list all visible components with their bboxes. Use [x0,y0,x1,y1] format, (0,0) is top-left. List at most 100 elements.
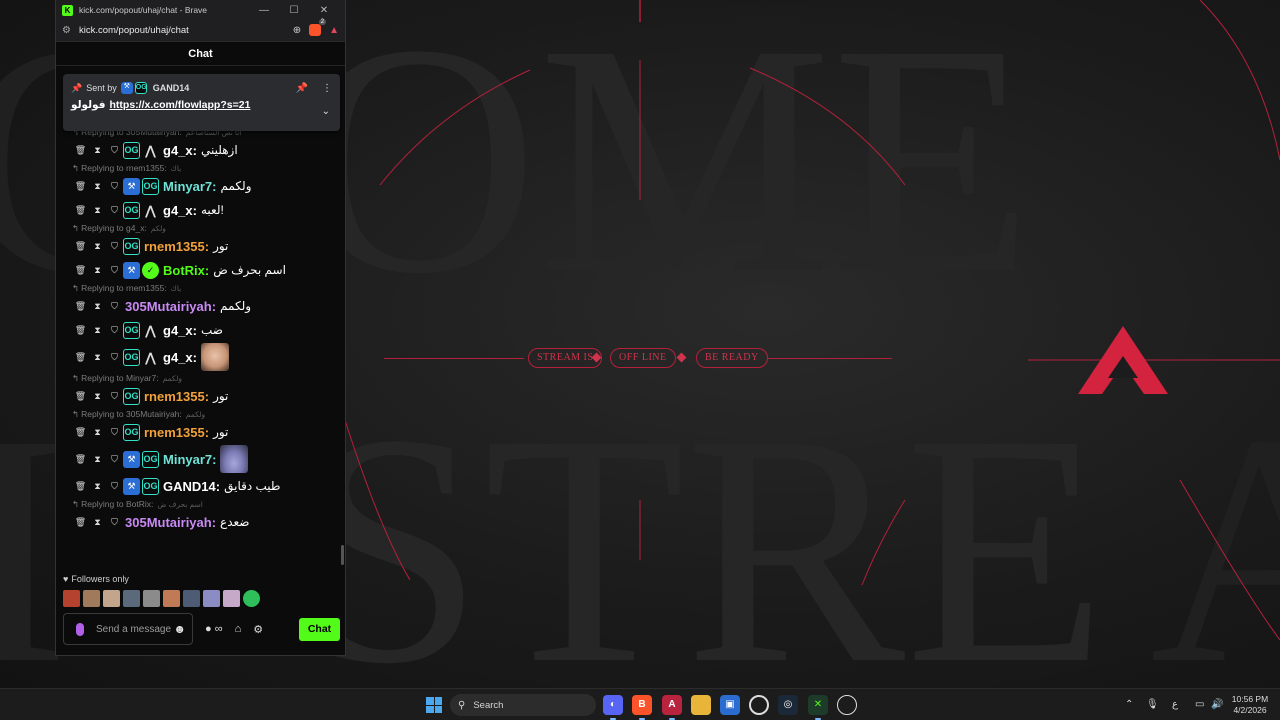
emoji-picker-icon[interactable]: ☻ [173,622,186,636]
chat-message[interactable]: ↰ Replying to 305Mutairiyah: اتا نص الستاص… [56,126,345,162]
ban-icon[interactable]: ⛉ [106,352,123,363]
timeout-icon[interactable]: ⧗ [89,391,106,402]
scrollbar[interactable] [341,545,344,565]
timeout-icon[interactable]: ⧗ [89,481,106,492]
chat-username[interactable]: g4_x [163,203,193,218]
chat-message[interactable]: 🗑 ⧗ ⛉ OG ⋀ g4_x: [56,342,345,372]
gear-icon[interactable]: ⚙ [253,623,263,636]
monitor-icon[interactable]: ▭ [1195,689,1204,720]
delete-icon[interactable]: 🗑 [72,352,89,363]
chat-message[interactable]: 🗑 ⧗ ⛉ ⚒ ✓ BotRix: اسم بحرف ض [56,258,345,282]
delete-icon[interactable]: 🗑 [72,325,89,336]
chat-username[interactable]: g4_x [163,143,193,158]
chat-message[interactable]: ↰ Replying to BotRix: اسم بحرف ض 🗑 ⧗ ⛉ 305Muta… [56,498,345,534]
message-input[interactable]: Send a message ☻ [63,613,193,645]
ban-icon[interactable]: ⛉ [106,265,123,276]
delete-icon[interactable]: 🗑 [72,181,89,192]
points-button[interactable]: ● ∞ [205,623,223,635]
reply-context[interactable]: ↰ Replying to rnem1355: باك [72,162,345,174]
quick-emote[interactable] [163,590,180,607]
timeout-icon[interactable]: ⧗ [89,301,106,312]
delete-icon[interactable]: 🗑 [72,265,89,276]
ban-icon[interactable]: ⛉ [106,241,123,252]
microphone-tray-icon[interactable]: 🎙 [1146,689,1159,720]
timeout-icon[interactable]: ⧗ [89,352,106,363]
quick-emote[interactable] [203,590,220,607]
chevron-up-icon[interactable]: ⌃ [1125,689,1133,720]
chat-username[interactable]: rnem1355 [144,389,205,404]
delete-icon[interactable]: 🗑 [72,145,89,156]
steam-icon[interactable]: ◎ [778,695,798,715]
reply-context[interactable]: ↰ Replying to rnem1355: باك [72,282,345,294]
quick-emote[interactable] [243,590,260,607]
store-icon[interactable]: ⌂ [235,623,242,635]
quick-emote[interactable] [183,590,200,607]
ban-icon[interactable]: ⛉ [106,181,123,192]
obs-icon[interactable] [749,695,769,715]
chat-message[interactable]: 🗑 ⧗ ⛉ ⚒ OG Minyar7: [56,444,345,474]
chat-username[interactable]: rnem1355 [144,425,205,440]
unpin-icon[interactable]: 📌 [296,83,308,94]
timeout-icon[interactable]: ⧗ [89,454,106,465]
zoom-icon[interactable]: ⊕ [293,25,301,36]
taskbar-search[interactable]: ⚲ Search [450,694,596,716]
ban-icon[interactable]: ⛉ [106,454,123,465]
chat-username[interactable]: 305Mutairiyah [125,299,212,314]
delete-icon[interactable]: 🗑 [72,454,89,465]
quick-emote[interactable] [143,590,160,607]
ban-icon[interactable]: ⛉ [106,301,123,312]
quick-emote[interactable] [63,590,80,607]
ban-icon[interactable]: ⛉ [106,481,123,492]
microphone-icon[interactable] [76,622,84,636]
chat-message[interactable]: 🗑 ⧗ ⛉ OG ⋀ g4_x: لعبه! [56,198,345,222]
chat-username[interactable]: Minyar7 [163,179,212,194]
chat-username[interactable]: GAND14 [163,479,216,494]
ban-icon[interactable]: ⛉ [106,205,123,216]
file-explorer-icon[interactable] [691,695,711,715]
timeout-icon[interactable]: ⧗ [89,325,106,336]
volume-icon[interactable]: 🔊 [1211,689,1223,720]
chat-username[interactable]: BotRix [163,263,205,278]
timeout-icon[interactable]: ⧗ [89,205,106,216]
maximize-button[interactable]: ☐ [279,5,309,16]
chatgpt-icon[interactable] [837,695,857,715]
pinned-message[interactable]: 📌 Sent by ⚒ OG GAND14 📌 ⋮ فولولو https:/… [63,74,340,131]
chat-username[interactable]: 305Mutairiyah [125,515,212,530]
discord-icon[interactable]: ◐ [603,695,623,720]
reply-context[interactable]: ↰ Replying to g4_x: ولكم [72,222,345,234]
terminal-icon[interactable]: ✕ [808,695,828,720]
timeout-icon[interactable]: ⧗ [89,181,106,192]
more-options-icon[interactable]: ⋮ [322,83,332,94]
chat-message[interactable]: 🗑 ⧗ ⛉ OG ⋀ g4_x: ضب [56,318,345,342]
chat-message[interactable]: ↰ Replying to Minyar7: ولكمم 🗑 ⧗ ⛉ OG rnem1355:… [56,372,345,408]
timeout-icon[interactable]: ⧗ [89,265,106,276]
rewards-icon[interactable]: ▲ [329,25,339,36]
quick-emote[interactable] [83,590,100,607]
ban-icon[interactable]: ⛉ [106,325,123,336]
store-app-icon[interactable]: ▣ [720,695,740,715]
delete-icon[interactable]: 🗑 [72,205,89,216]
reply-context[interactable]: ↰ Replying to 305Mutairiyah: ولكمم [72,408,345,420]
delete-icon[interactable]: 🗑 [72,241,89,252]
ban-icon[interactable]: ⛉ [106,145,123,156]
reply-context[interactable]: ↰ Replying to BotRix: اسم بحرف ض [72,498,345,510]
quick-emote[interactable] [223,590,240,607]
apex-app-icon[interactable]: A [662,695,682,720]
pinned-link[interactable]: https://x.com/flowlapp?s=21 [110,99,251,111]
delete-icon[interactable]: 🗑 [72,481,89,492]
chat-message[interactable]: 🗑 ⧗ ⛉ ⚒ OG GAND14: طيب دقايق [56,474,345,498]
baby-emote[interactable] [200,343,229,371]
delete-icon[interactable]: 🗑 [72,517,89,528]
minimize-button[interactable]: — [249,5,279,16]
chat-message[interactable]: ↰ Replying to g4_x: ولكم 🗑 ⧗ ⛉ OG rnem1355: تور [56,222,345,258]
delete-icon[interactable]: 🗑 [72,391,89,402]
chat-username[interactable]: rnem1355 [144,239,205,254]
site-settings-icon[interactable]: ⚙ [62,25,71,36]
reply-context[interactable]: ↰ Replying to Minyar7: ولكمم [72,372,345,384]
quick-emote[interactable] [123,590,140,607]
delete-icon[interactable]: 🗑 [72,301,89,312]
ban-icon[interactable]: ⛉ [106,427,123,438]
timeout-icon[interactable]: ⧗ [89,145,106,156]
close-button[interactable]: ✕ [309,5,339,16]
chat-message[interactable]: ↰ Replying to rnem1355: باك 🗑 ⧗ ⛉ ⚒ OG Minyar7: و… [56,162,345,198]
